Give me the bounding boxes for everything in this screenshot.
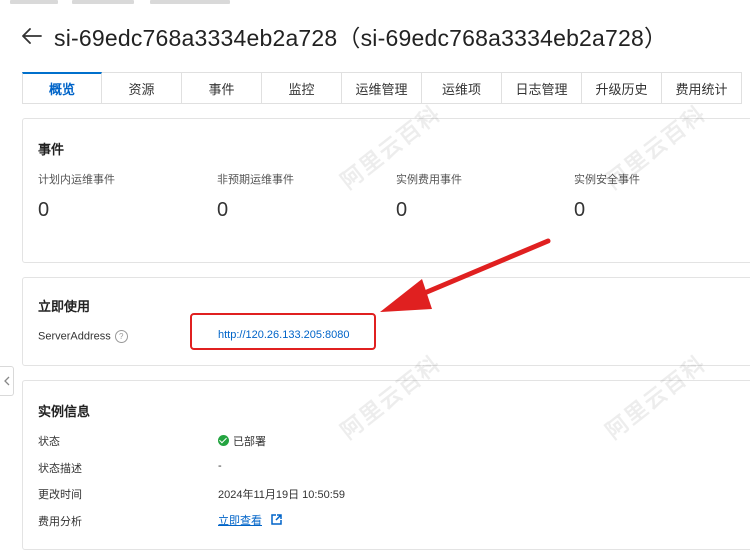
event-count[interactable]: 0 [38,199,115,222]
event-count[interactable]: 0 [574,199,640,222]
updated-time-value: 2024年11月19日 10:50:59 [218,489,345,501]
cost-analysis-value: 立即查看 [218,512,282,528]
instance-info-title: 实例信息 [38,404,91,419]
collapse-sidebar-handle[interactable] [0,366,14,396]
chevron-left-icon [3,376,9,386]
external-link-icon[interactable] [271,514,282,528]
status-desc-label: 状态描述 [38,463,82,475]
tab-overview[interactable]: 概览 [22,72,102,103]
cost-analysis-label: 费用分析 [38,516,82,528]
tab-upgrade-history[interactable]: 升级历史 [582,72,662,103]
view-now-link[interactable]: 立即查看 [218,515,262,527]
tab-resources[interactable]: 资源 [102,72,182,103]
server-address-label-text: ServerAddress [38,330,111,343]
highlight-box [190,313,376,350]
event-count[interactable]: 0 [217,199,294,222]
tab-ops-management[interactable]: 运维管理 [342,72,422,103]
tab-bar: 概览 资源 事件 监控 运维管理 运维项 日志管理 升级历史 费用统计 [22,72,742,104]
status-text: 已部署 [233,436,266,448]
events-title: 事件 [38,142,65,157]
event-label: 实例安全事件 [574,174,640,186]
back-arrow-icon[interactable] [20,24,44,48]
tab-log-management[interactable]: 日志管理 [502,72,582,103]
tab-ops-items[interactable]: 运维项 [422,72,502,103]
event-count[interactable]: 0 [396,199,462,222]
event-planned: 计划内运维事件 0 [38,171,115,222]
breadcrumb [0,0,300,7]
updated-time-label: 更改时间 [38,489,82,501]
quick-use-title: 立即使用 [38,299,91,314]
page-title: si-69edc768a3334eb2a728（si-69edc768a3334… [54,25,668,51]
tab-cost-statistics[interactable]: 费用统计 [662,72,742,103]
event-unexpected: 非预期运维事件 0 [217,171,294,222]
check-circle-icon [218,435,229,446]
event-label: 非预期运维事件 [217,174,294,186]
event-label: 计划内运维事件 [38,174,115,186]
tab-monitoring[interactable]: 监控 [262,72,342,103]
instance-info-card: 实例信息 状态 已部署 状态描述 - 更改时间 2024年11月19日 10:5… [22,380,750,550]
server-address-label: ServerAddress? [38,330,128,343]
event-instance-cost: 实例费用事件 0 [396,171,462,222]
status-value: 已部署 [218,433,266,449]
help-icon[interactable]: ? [114,330,128,343]
arrow-annotation-icon [380,238,551,312]
status-label: 状态 [38,436,60,448]
status-desc-value: - [218,460,222,472]
event-instance-security: 实例安全事件 0 [574,171,640,222]
page-header: si-69edc768a3334eb2a728（si-69edc768a3334… [20,20,667,52]
event-label: 实例费用事件 [396,174,462,186]
tab-events[interactable]: 事件 [182,72,262,103]
